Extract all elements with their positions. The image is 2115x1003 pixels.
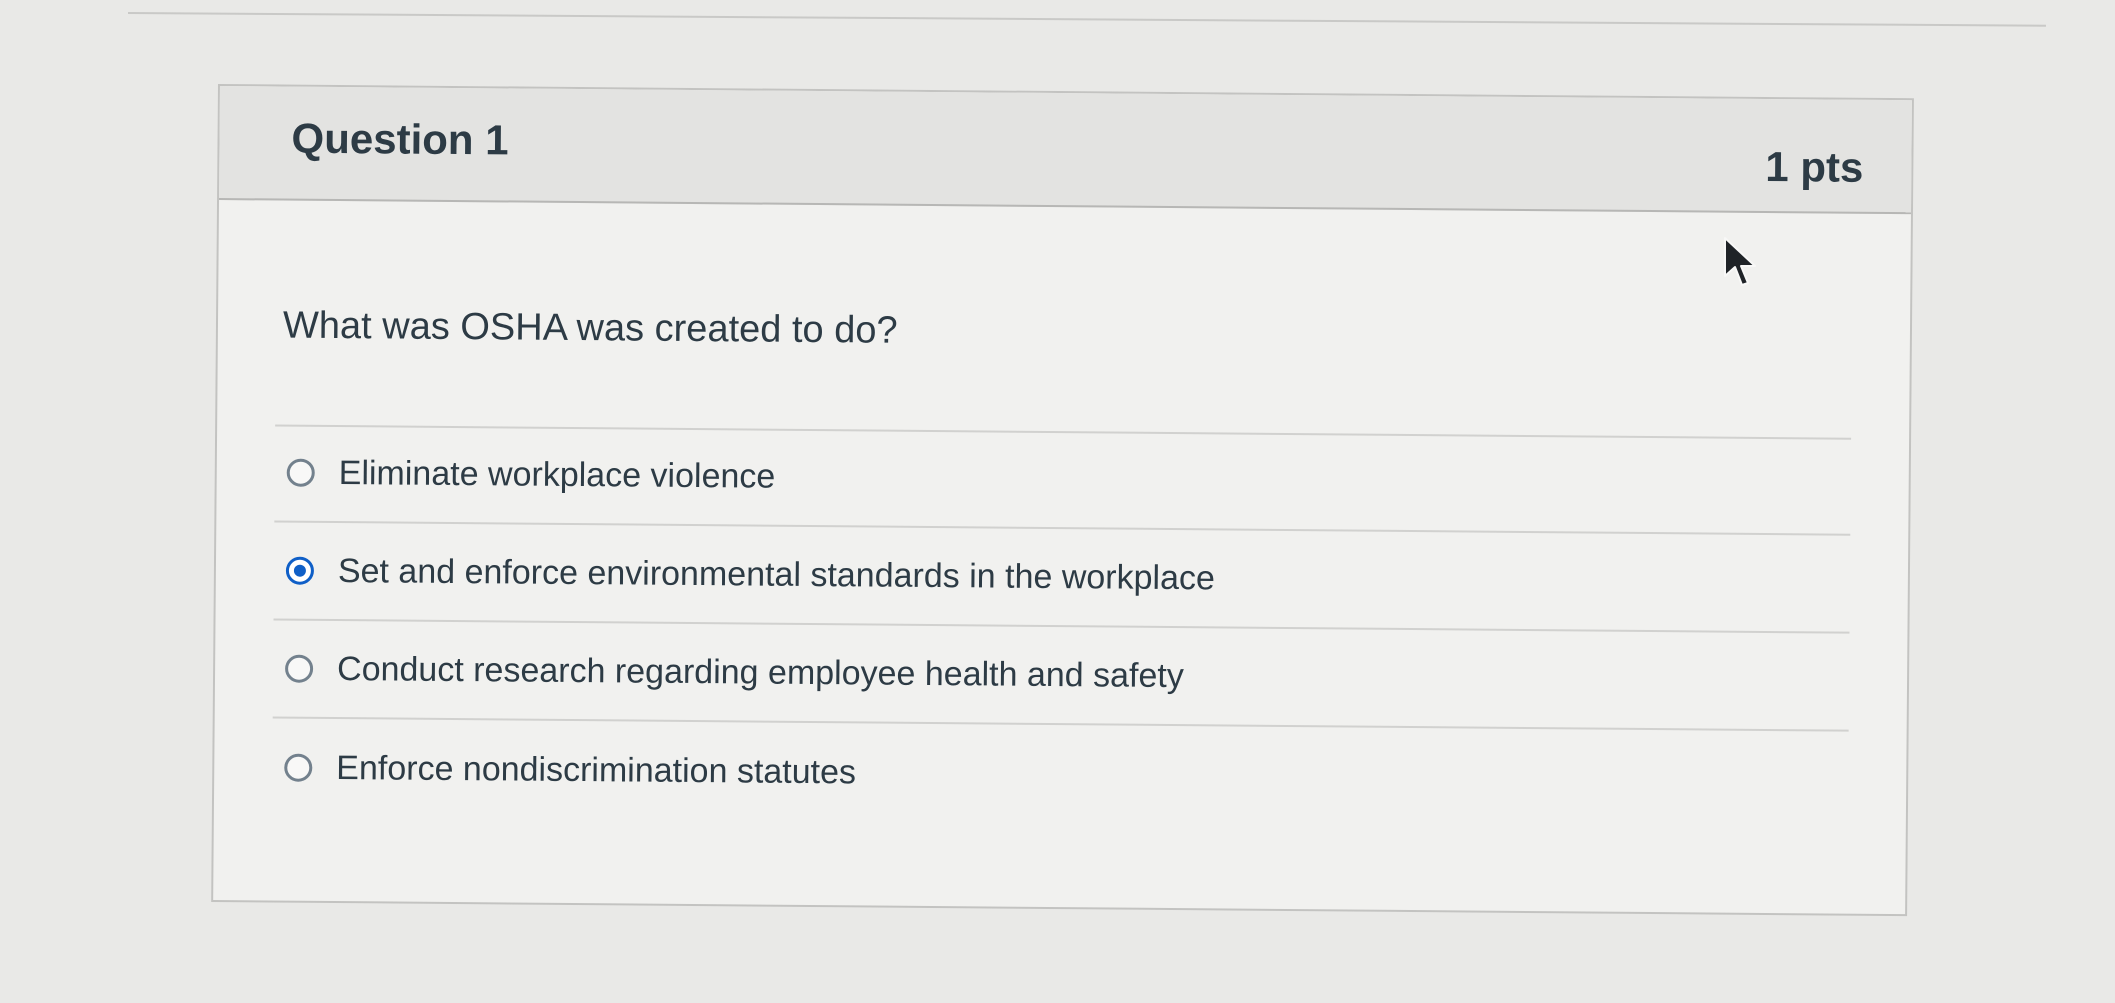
answer-option-conduct-research[interactable]: Conduct research regarding employee heal…	[272, 620, 1850, 732]
mouse-pointer-icon	[1724, 237, 1756, 286]
answer-option-enforce-nondiscrimination[interactable]: Enforce nondiscrimination statutes	[272, 718, 1849, 829]
answer-label: Conduct research regarding employee heal…	[336, 649, 1184, 695]
radio-button-icon[interactable]	[285, 556, 315, 585]
radio-button-icon[interactable]	[286, 458, 315, 487]
question-header: Question 1 1 pts	[219, 86, 1912, 215]
question-body: What was OSHA was created to do? Elimina…	[213, 200, 1911, 916]
answer-option-set-enforce-standards[interactable]: Set and enforce environmental standards …	[273, 522, 1851, 634]
answer-label: Set and enforce environmental standards …	[337, 551, 1216, 597]
answer-option-eliminate-workplace-violence[interactable]: Eliminate workplace violence	[274, 424, 1852, 536]
radio-button-icon[interactable]	[284, 654, 314, 683]
question-title: Question 1	[291, 114, 509, 164]
answer-list: Eliminate workplace violence Set and enf…	[272, 424, 1852, 829]
radio-button-icon[interactable]	[284, 753, 313, 782]
page-divider	[127, 12, 2046, 27]
question-points: 1 pts	[1765, 142, 1864, 191]
answer-label: Enforce nondiscrimination statutes	[336, 748, 857, 791]
quiz-question-card: Question 1 1 pts What was OSHA was creat…	[211, 84, 1914, 917]
question-prompt: What was OSHA was created to do?	[282, 304, 898, 352]
answer-label: Eliminate workplace violence	[338, 453, 776, 496]
